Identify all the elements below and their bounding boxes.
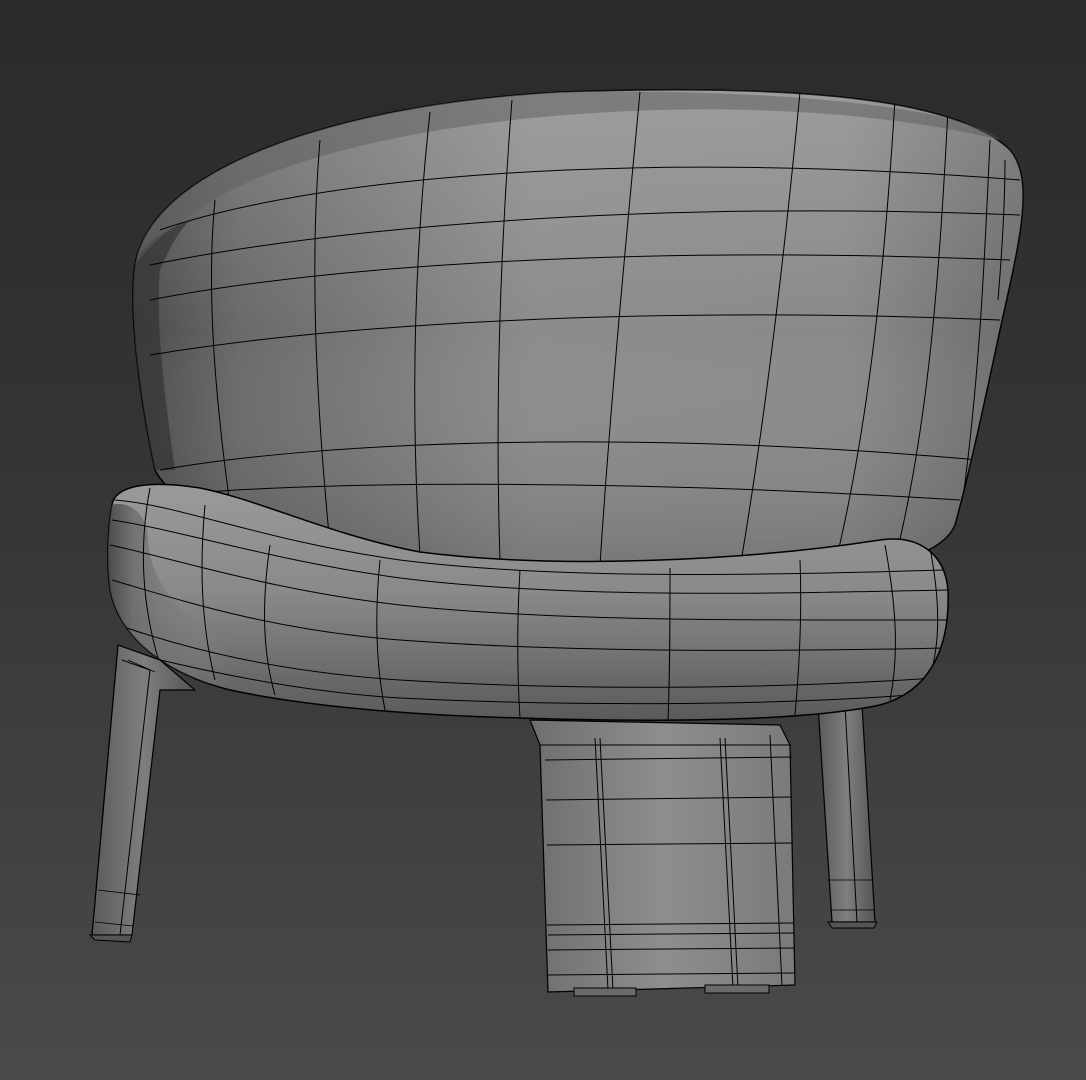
- chair-render: [88, 89, 1024, 997]
- backrest: [132, 89, 1024, 573]
- front-right-leg: [817, 704, 878, 929]
- 3d-viewport[interactable]: [0, 0, 1086, 1080]
- front-left-leg: [88, 644, 197, 943]
- center-leg: [529, 719, 796, 997]
